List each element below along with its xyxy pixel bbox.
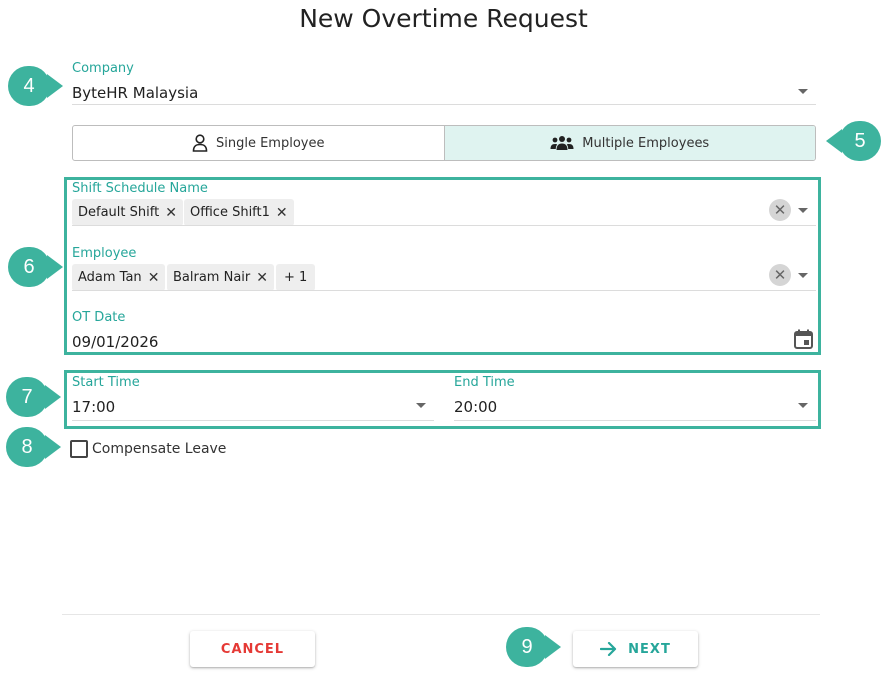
employee-label: Employee <box>72 246 137 261</box>
end-time-underline <box>454 420 816 421</box>
step-badge-8: 8 <box>6 427 61 467</box>
cancel-button[interactable]: CANCEL <box>190 631 315 667</box>
step-badge-7: 7 <box>6 377 61 417</box>
multiple-employees-label: Multiple Employees <box>582 135 710 151</box>
company-label: Company <box>72 61 134 76</box>
step-badge-9: 9 <box>506 627 561 667</box>
employee-underline <box>72 290 816 291</box>
chevron-down-icon[interactable] <box>416 403 426 408</box>
ot-date-input[interactable]: 09/01/2026 <box>72 333 158 351</box>
shift-underline <box>72 225 816 226</box>
shift-chip: Office Shift1 ✕ <box>184 199 294 226</box>
ot-date-label: OT Date <box>72 310 126 325</box>
company-underline <box>72 104 816 105</box>
employee-chip-label: Balram Nair <box>173 270 251 285</box>
clear-shift-icon[interactable]: ✕ <box>769 199 791 221</box>
compensate-leave-label: Compensate Leave <box>92 441 227 457</box>
step-badge-5: 5 <box>826 121 881 161</box>
employee-chip: Balram Nair ✕ <box>167 264 274 291</box>
company-select[interactable]: ByteHR Malaysia <box>72 84 198 102</box>
shift-chip-label: Default Shift <box>78 205 160 220</box>
start-time-label: Start Time <box>72 375 140 390</box>
arrow-right-icon <box>600 642 617 656</box>
shift-chip-label: Office Shift1 <box>190 205 270 220</box>
shift-chip: Default Shift ✕ <box>72 199 183 226</box>
employee-chip-label: Adam Tan <box>78 270 142 285</box>
more-employees-chip[interactable]: + 1 <box>276 264 316 291</box>
employee-chip: Adam Tan ✕ <box>72 264 166 291</box>
next-label: NEXT <box>628 641 671 657</box>
single-employee-label: Single Employee <box>216 135 325 151</box>
chevron-down-icon[interactable] <box>798 273 808 278</box>
next-button[interactable]: NEXT <box>573 631 698 667</box>
single-employee-button[interactable]: Single Employee <box>73 126 444 160</box>
shift-schedule-label: Shift Schedule Name <box>72 181 208 196</box>
clear-employee-icon[interactable]: ✕ <box>769 264 791 286</box>
end-time-select[interactable]: 20:00 <box>454 398 497 416</box>
footer-divider <box>62 614 820 615</box>
end-time-label: End Time <box>454 375 515 390</box>
chevron-down-icon[interactable] <box>798 208 808 213</box>
step-badge-4: 4 <box>8 66 63 106</box>
chevron-down-icon[interactable] <box>798 89 808 94</box>
calendar-icon[interactable] <box>794 329 813 349</box>
start-time-underline <box>72 420 434 421</box>
start-time-select[interactable]: 17:00 <box>72 398 115 416</box>
multiple-employees-button[interactable]: Multiple Employees <box>443 126 815 160</box>
remove-chip-icon[interactable]: ✕ <box>276 205 288 221</box>
remove-chip-icon[interactable]: ✕ <box>148 270 160 286</box>
group-icon <box>550 136 574 150</box>
more-employees-label: + 1 <box>284 270 308 285</box>
employee-mode-toggle: Single Employee Multiple Employees <box>72 125 816 161</box>
remove-chip-icon[interactable]: ✕ <box>256 270 268 286</box>
cancel-label: CANCEL <box>220 641 285 657</box>
compensate-leave-checkbox[interactable] <box>70 440 88 458</box>
dialog-title: New Overtime Request <box>299 4 588 33</box>
chevron-down-icon[interactable] <box>798 403 808 408</box>
step-badge-6: 6 <box>8 247 63 287</box>
remove-chip-icon[interactable]: ✕ <box>165 205 177 221</box>
person-icon <box>192 134 208 152</box>
